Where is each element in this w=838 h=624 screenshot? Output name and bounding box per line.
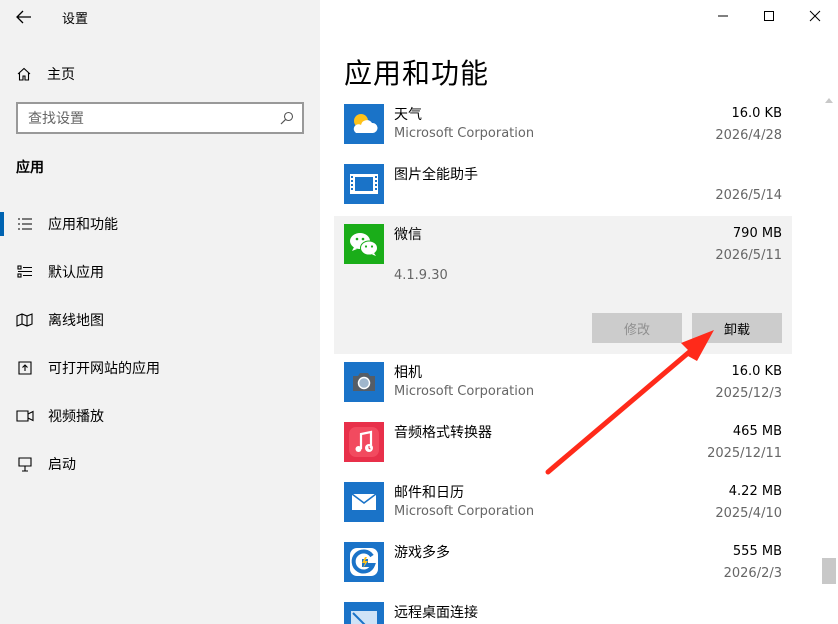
app-size: 465 MB <box>732 424 782 439</box>
app-date: 2025/4/10 <box>715 506 782 521</box>
selection-indicator <box>0 212 4 236</box>
sidebar-item-offline-maps[interactable]: 离线地图 <box>0 296 320 344</box>
list-item[interactable]: 远程桌面连接 <box>334 594 792 624</box>
weather-icon <box>344 104 384 144</box>
audio-converter-icon <box>344 422 384 462</box>
scroll-up-icon[interactable] <box>824 96 834 104</box>
sidebar-item-default-apps[interactable]: 默认应用 <box>0 248 320 296</box>
window-controls <box>700 0 838 32</box>
app-name: 远程桌面连接 <box>394 605 478 621</box>
main-content: 应用和功能 天气 Microsoft Corporation 16.0 KB 2… <box>320 0 838 624</box>
list-item[interactable]: 天气 Microsoft Corporation 16.0 KB 2026/4/… <box>334 96 792 156</box>
back-arrow-icon <box>16 10 31 24</box>
uninstall-button[interactable]: 卸载 <box>692 313 782 343</box>
sidebar-item-label: 应用和功能 <box>48 217 118 233</box>
search-box[interactable]: 查找设置 <box>16 102 304 134</box>
sidebar-item-apps-for-websites[interactable]: 可打开网站的应用 <box>0 344 320 392</box>
home-link[interactable]: 主页 <box>0 58 320 90</box>
app-date: 2026/4/28 <box>715 128 782 143</box>
sidebar-item-label: 启动 <box>48 457 76 473</box>
app-date: 2025/12/3 <box>715 386 782 401</box>
sidebar-item-apps-features[interactable]: 应用和功能 <box>0 200 320 248</box>
sidebar-item-startup[interactable]: 启动 <box>0 440 320 488</box>
remote-desktop-icon <box>344 602 384 624</box>
scrollbar[interactable] <box>820 96 838 624</box>
list-item[interactable]: 游戏多多 555 MB 2026/2/3 <box>334 534 792 594</box>
maximize-button[interactable] <box>746 0 792 32</box>
video-playback-icon <box>16 408 34 424</box>
scrollbar-thumb[interactable] <box>822 558 836 584</box>
mail-icon <box>344 482 384 522</box>
app-name: 图片全能助手 <box>394 167 478 183</box>
app-name: 微信 <box>394 227 422 243</box>
image-tool-icon <box>344 164 384 204</box>
app-publisher: Microsoft Corporation <box>394 384 535 399</box>
list-item[interactable]: 图片全能助手 2026/5/14 <box>334 156 792 216</box>
close-button[interactable] <box>792 0 838 32</box>
search-icon[interactable] <box>272 104 302 132</box>
back-button[interactable] <box>10 4 38 30</box>
app-list: 天气 Microsoft Corporation 16.0 KB 2026/4/… <box>334 96 792 624</box>
app-size: 4.22 MB <box>728 484 782 499</box>
app-version: 4.1.9.30 <box>394 268 448 283</box>
camera-icon <box>344 362 384 402</box>
apps-features-icon <box>16 216 34 232</box>
sidebar-nav: 应用和功能 默认应用 离线地图 可打开网站的应用 视频播放 启动 <box>0 200 320 488</box>
modify-button[interactable]: 修改 <box>592 313 682 343</box>
apps-for-websites-icon <box>16 360 34 376</box>
app-date: 2026/2/3 <box>723 566 782 581</box>
home-icon <box>17 67 31 81</box>
app-date: 2026/5/11 <box>715 248 782 263</box>
app-name: 相机 <box>394 365 422 381</box>
page-title: 应用和功能 <box>344 57 490 90</box>
sidebar: 设置 主页 查找设置 应用 应用和功能 默认应用 离线地图 可打开网站的应用 视… <box>0 0 320 624</box>
sidebar-item-video-playback[interactable]: 视频播放 <box>0 392 320 440</box>
search-input[interactable]: 查找设置 <box>18 108 272 128</box>
app-name: 邮件和日历 <box>394 485 464 501</box>
app-name: 游戏多多 <box>394 545 450 561</box>
list-item[interactable]: 相机 Microsoft Corporation 16.0 KB 2025/12… <box>334 354 792 414</box>
app-publisher: Microsoft Corporation <box>394 126 535 141</box>
app-size: 555 MB <box>732 544 782 559</box>
app-date: 2025/12/11 <box>707 446 782 461</box>
app-name: 音频格式转换器 <box>394 425 492 441</box>
list-item[interactable]: 邮件和日历 Microsoft Corporation 4.22 MB 2025… <box>334 474 792 534</box>
app-publisher: Microsoft Corporation <box>394 504 535 519</box>
game-icon <box>344 542 384 582</box>
minimize-icon <box>718 15 728 17</box>
list-item-selected[interactable]: 微信 790 MB 2026/5/11 4.1.9.30 修改 卸载 <box>334 216 792 354</box>
sidebar-item-label: 可打开网站的应用 <box>48 361 160 377</box>
maximize-icon <box>764 11 774 21</box>
close-icon <box>809 10 821 22</box>
app-name: 天气 <box>394 107 422 123</box>
sidebar-item-label: 视频播放 <box>48 409 104 425</box>
sidebar-item-label: 离线地图 <box>48 313 104 329</box>
list-item[interactable]: 音频格式转换器 465 MB 2025/12/11 <box>334 414 792 474</box>
window-title: 设置 <box>62 12 89 27</box>
section-title: 应用 <box>16 160 44 176</box>
sidebar-item-label: 默认应用 <box>48 265 104 281</box>
app-size: 16.0 KB <box>731 106 782 121</box>
startup-icon <box>16 456 34 472</box>
default-apps-icon <box>16 264 34 280</box>
minimize-button[interactable] <box>700 0 746 32</box>
offline-maps-icon <box>16 312 34 328</box>
app-size: 16.0 KB <box>731 364 782 379</box>
home-label: 主页 <box>47 67 75 83</box>
app-size: 790 MB <box>732 226 782 241</box>
wechat-icon <box>344 224 384 264</box>
app-date: 2026/5/14 <box>715 188 782 203</box>
